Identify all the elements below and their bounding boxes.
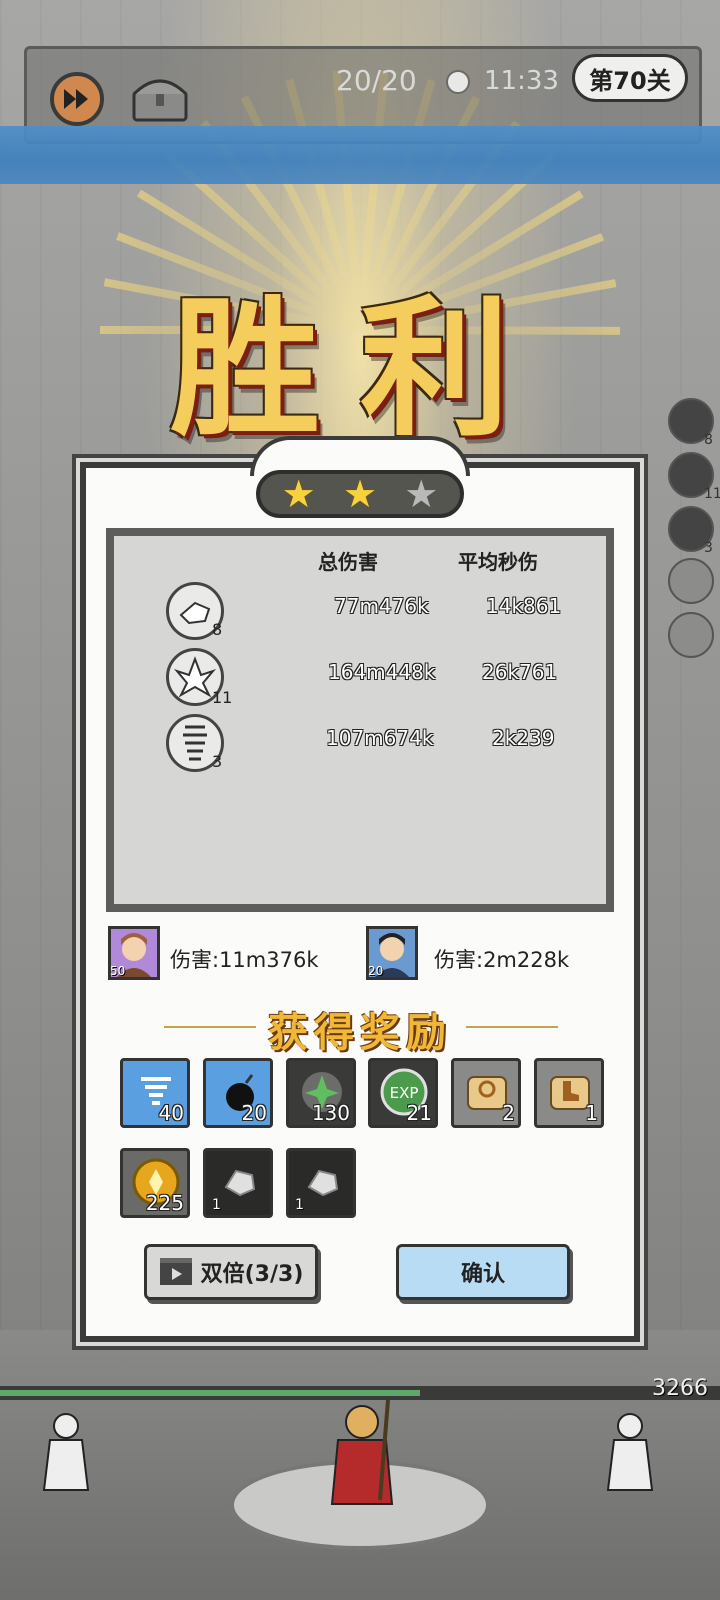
skill-level: 8: [212, 620, 223, 639]
side-skill-slot-empty[interactable]: [668, 558, 714, 604]
victory-title: 胜利: [169, 281, 550, 457]
skill-total-damage: 77m476k: [334, 594, 429, 618]
wizard-hero-icon: [330, 1400, 394, 1505]
reward-count: 20: [241, 1101, 267, 1125]
title-divider: [466, 1026, 558, 1028]
hero-damage: 伤害:11m376k: [170, 948, 319, 972]
star-icon-empty: ★: [404, 472, 439, 516]
stats-header-avg-dps: 平均秒伤: [458, 550, 538, 574]
rewards-title: 获得奖励: [268, 1009, 452, 1056]
reward-count: 2: [502, 1101, 515, 1125]
double-reward-label: 双倍(3/3): [200, 1262, 304, 1287]
level-badge: 第70关: [572, 54, 688, 102]
reward-item[interactable]: 20: [203, 1058, 273, 1128]
side-skill-count: 3: [704, 540, 713, 556]
skill-level: 11: [212, 688, 233, 707]
reward-count: 130: [311, 1101, 350, 1125]
castle-hp-fill: [0, 1390, 420, 1396]
reward-count: 1: [585, 1101, 598, 1125]
double-reward-button[interactable]: 双倍(3/3): [144, 1244, 318, 1300]
svg-text:EXP: EXP: [390, 1084, 419, 1102]
skill-avg-dps: 2k239: [492, 726, 555, 750]
fast-forward-icon: [64, 89, 88, 109]
star-icon-filled: ★: [342, 472, 378, 516]
reward-item[interactable]: 1: [203, 1148, 273, 1218]
reward-count: 1: [295, 1197, 304, 1213]
skill-level: 3: [212, 752, 223, 771]
reward-item[interactable]: 2: [451, 1058, 521, 1128]
reward-count: 40: [158, 1101, 184, 1125]
archer-ally-icon: [42, 1413, 90, 1491]
video-ad-icon: [159, 1258, 192, 1285]
clock-icon: [446, 70, 470, 94]
hero-level: 50: [110, 964, 126, 978]
skill-avg-dps: 26k761: [482, 660, 558, 684]
water-strip: [0, 126, 720, 184]
hero-level: 20: [368, 964, 384, 978]
skill-total-damage: 164m448k: [328, 660, 436, 684]
skill-total-damage: 107m674k: [326, 726, 434, 750]
fast-forward-button[interactable]: [50, 72, 104, 126]
reward-item[interactable]: 225: [120, 1148, 190, 1218]
reward-count: 21: [406, 1101, 432, 1125]
star-icon-filled: ★: [281, 472, 316, 516]
reward-count: 1: [212, 1197, 221, 1213]
side-skill-count: 8: [704, 432, 713, 448]
reward-item[interactable]: 130: [286, 1058, 356, 1128]
treasure-chest-button[interactable]: [130, 74, 190, 122]
reward-item[interactable]: EXP 21: [368, 1058, 438, 1128]
treasure-chest-icon: [132, 79, 188, 122]
side-skill-slot-empty[interactable]: [668, 612, 714, 658]
reward-count: 225: [145, 1191, 184, 1215]
wave-progress: 20/20: [336, 64, 417, 97]
side-skill-count: 11: [704, 486, 720, 502]
reward-item[interactable]: 40: [120, 1058, 190, 1128]
archer-ally-icon: [606, 1413, 654, 1491]
confirm-button[interactable]: 确认: [396, 1244, 570, 1300]
confirm-label: 确认: [460, 1262, 505, 1287]
skill-avg-dps: 14k861: [486, 594, 562, 618]
battle-time: 11:33: [484, 66, 559, 96]
hero-damage: 伤害:2m228k: [434, 948, 570, 972]
stats-header-total-damage: 总伤害: [318, 550, 378, 574]
reward-item[interactable]: 1: [534, 1058, 604, 1128]
iron-ore-icon: [307, 1169, 339, 1197]
reward-item[interactable]: 1: [286, 1148, 356, 1218]
iron-ore-icon: [224, 1169, 256, 1197]
castle-hp-value: 3266: [652, 1376, 708, 1401]
star-rating: ★ ★ ★: [256, 470, 464, 518]
